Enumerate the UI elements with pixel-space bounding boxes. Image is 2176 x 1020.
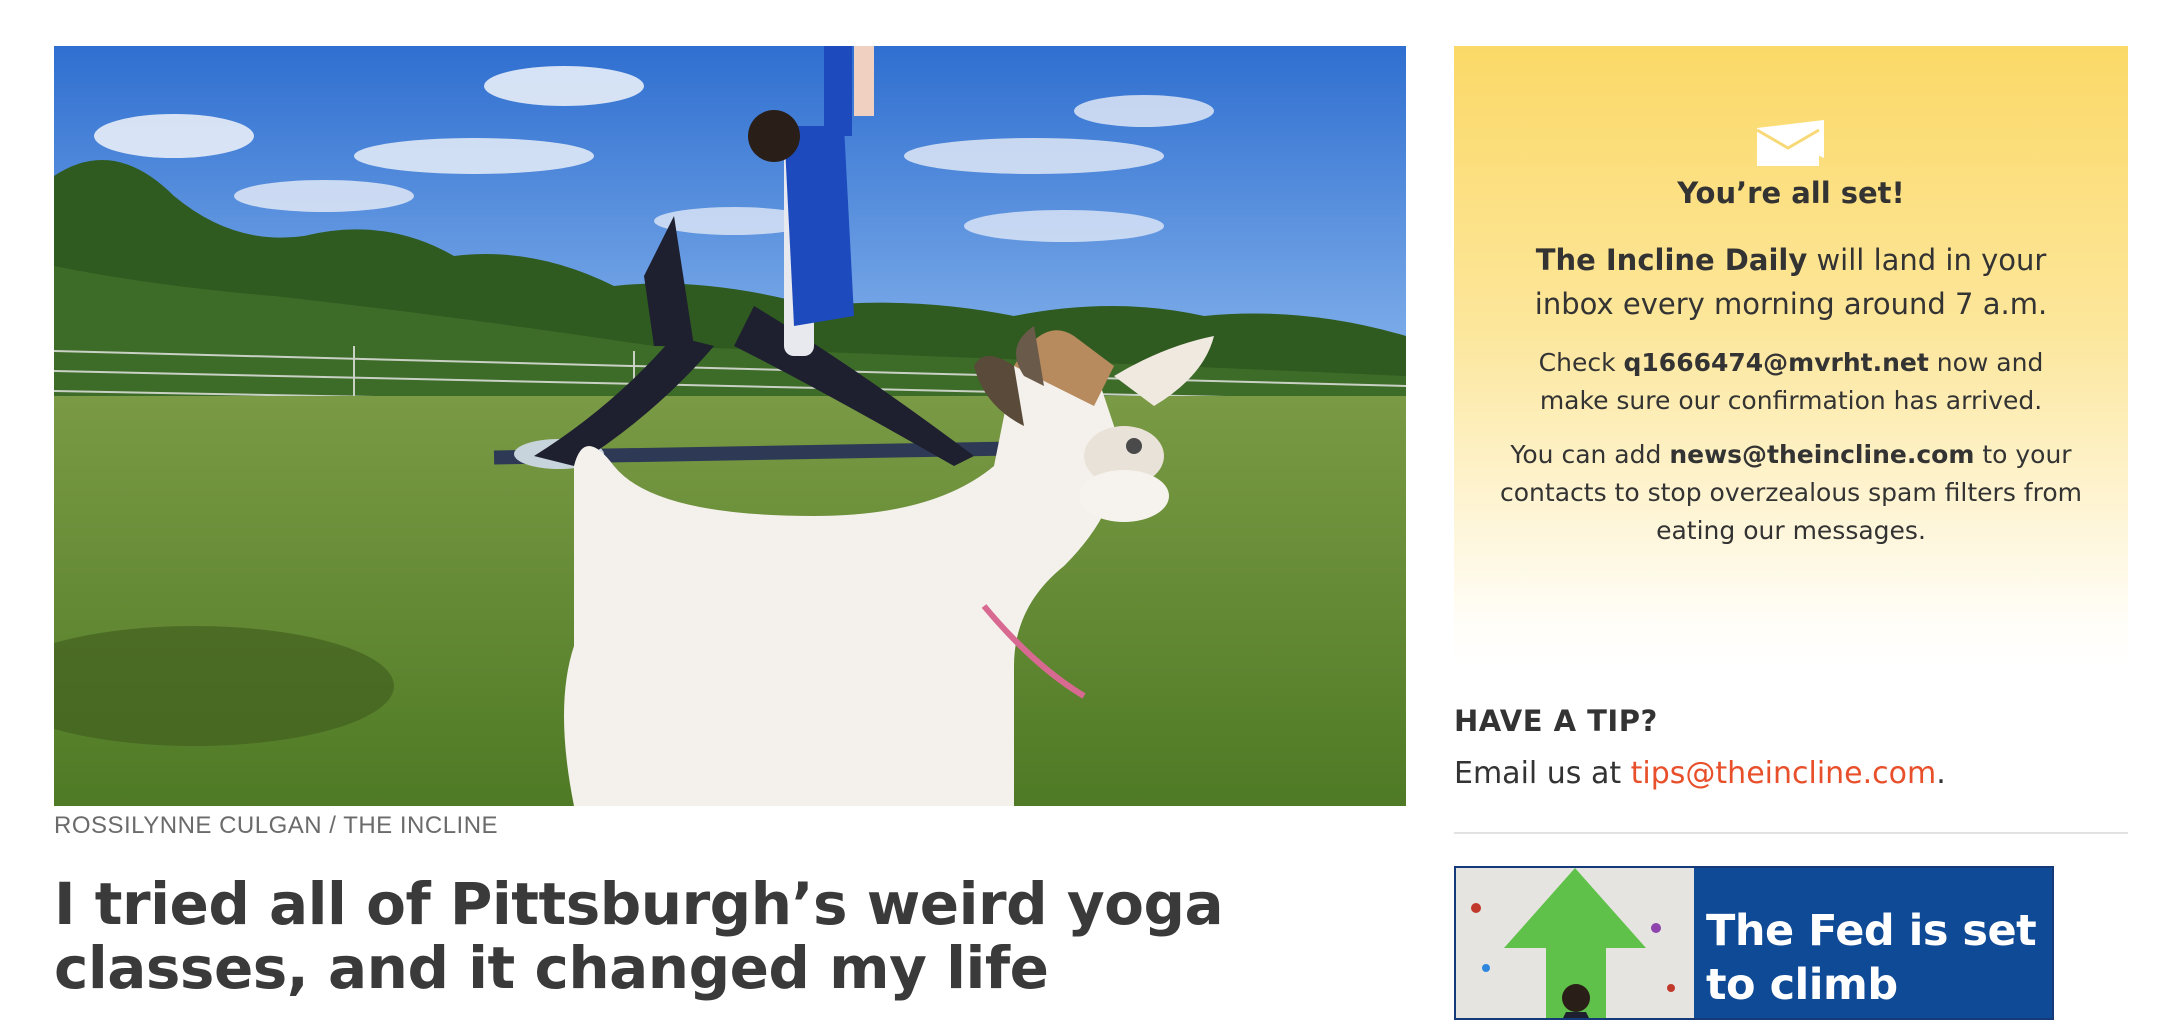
article-hero-image[interactable] <box>54 46 1406 806</box>
newsletter-name: The Incline Daily <box>1535 243 1808 277</box>
ad-climbing-wall-image <box>1456 868 1694 1018</box>
tip-text-pre: Email us at <box>1454 756 1631 791</box>
check-email-info: Check q1666474@mvrht.net now and make su… <box>1514 344 2068 420</box>
tip-text: Email us at tips@theincline.com. <box>1454 756 1946 791</box>
sidebar-divider <box>1454 832 2128 834</box>
tip-email-link[interactable]: tips@theincline.com <box>1631 756 1937 791</box>
delivery-info: The Incline Daily will land in your inbo… <box>1514 238 2068 326</box>
envelope-icon <box>1756 120 1824 166</box>
contacts-info: You can add news@theincline.com to your … <box>1494 436 2088 550</box>
article-headline[interactable]: I tried all of Pittsburgh’s weird yoga c… <box>54 872 1406 1000</box>
tip-heading: HAVE A TIP? <box>1454 704 1658 738</box>
contacts-text-pre: You can add <box>1510 440 1670 469</box>
confirmation-title: You’re all set! <box>1677 176 1905 210</box>
ad-banner[interactable]: The Fed is set to climb <box>1454 866 2054 1020</box>
tip-text-post: . <box>1936 756 1946 791</box>
subscriber-email: q1666474@mvrht.net <box>1623 348 1929 377</box>
newsletter-confirmation: You’re all set! The Incline Daily will l… <box>1454 46 2128 666</box>
ad-headline: The Fed is set to climb <box>1706 906 2037 1010</box>
photo-credit: ROSSILYNNE CULGAN / THE INCLINE <box>54 812 499 839</box>
hero-photo <box>54 46 1406 806</box>
news-email: news@theincline.com <box>1669 440 1975 469</box>
check-text-pre: Check <box>1538 348 1624 377</box>
